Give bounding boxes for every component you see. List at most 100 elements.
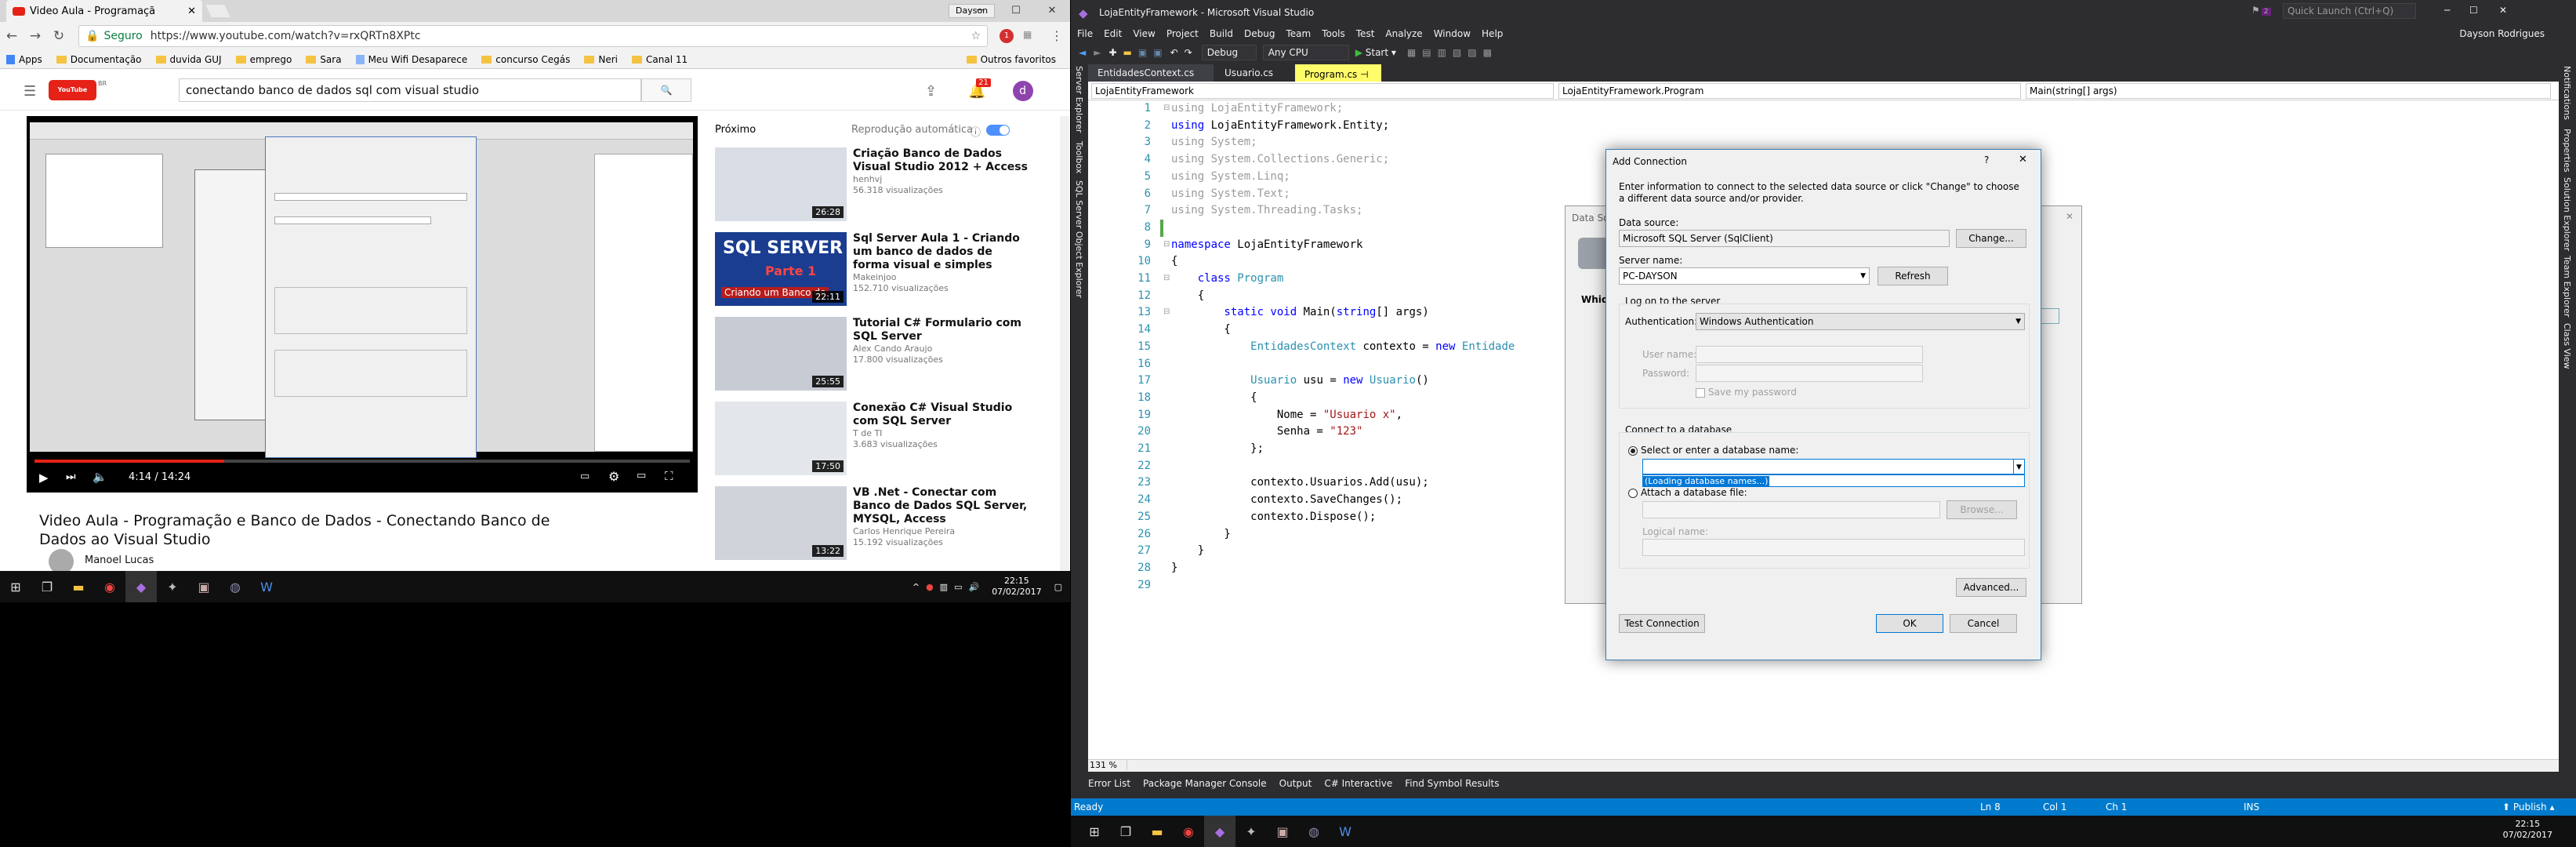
battery-icon[interactable]: ▭ — [954, 582, 962, 592]
menu-analyze[interactable]: Analyze — [1385, 28, 1422, 39]
class-dropdown[interactable]: LojaEntityFramework.Program — [1558, 83, 2021, 99]
menu-edit[interactable]: Edit — [1104, 28, 1122, 39]
chevron-down-icon[interactable]: ▼ — [1860, 268, 1866, 284]
list-item[interactable]: 25:55 Tutorial C# Formulario com SQL Ser… — [715, 317, 1029, 395]
fullscreen-icon[interactable]: ⛶ — [665, 469, 673, 483]
bookmark-1[interactable]: Documentação — [56, 54, 142, 65]
window-maximize-icon[interactable]: ☐ — [2469, 5, 2478, 16]
save-password-checkbox[interactable]: Save my password — [1696, 387, 1797, 398]
properties-tab[interactable]: Properties — [2562, 129, 2572, 173]
close-icon[interactable]: ✕ — [1034, 0, 1070, 22]
member-dropdown[interactable]: Main(string[] args) — [2026, 83, 2551, 99]
dialog-close-icon[interactable]: ✕ — [2019, 154, 2027, 165]
authentication-dropdown[interactable]: Windows Authentication ▼ — [1696, 313, 2025, 330]
bookmark-2[interactable]: duvida GUJ — [155, 54, 222, 65]
back-icon[interactable]: ← — [0, 28, 24, 44]
video-progress-bar[interactable] — [34, 460, 690, 463]
address-bar[interactable]: 🔒 Seguro https://www.youtube.com/watch?v… — [78, 25, 988, 47]
bookmark-8[interactable]: Canal 11 — [632, 54, 688, 65]
server-name-combo[interactable]: PC-DAYSON ▼ — [1619, 267, 1870, 285]
bg-dialog-close-icon[interactable]: ✕ — [2066, 211, 2073, 222]
database-dropdown-list[interactable]: (Loading database names...) — [1642, 474, 2025, 487]
extension-2-icon[interactable]: ▦ — [1023, 29, 1032, 40]
menu-test[interactable]: Test — [1356, 28, 1375, 39]
tab-program[interactable]: Program.cs ⊣ ✕ — [1295, 64, 1381, 97]
app-icon[interactable]: ✦ — [157, 571, 188, 602]
subtitles-icon[interactable]: ▭ — [580, 471, 590, 482]
server-explorer-tab[interactable]: Server Explorer — [1074, 66, 1084, 133]
project-dropdown[interactable]: LojaEntityFramework — [1091, 83, 1554, 99]
maximize-icon[interactable]: ☐ — [998, 0, 1034, 22]
window-close-icon[interactable]: ✕ — [2499, 5, 2507, 16]
class-view-tab[interactable]: Class View — [2562, 323, 2572, 369]
start-button[interactable]: ▶ Start ▾ — [1355, 47, 1396, 58]
autoplay-toggle[interactable] — [986, 125, 1010, 136]
next-icon[interactable]: ⏭ — [66, 471, 76, 483]
menu-tools[interactable]: Tools — [1322, 28, 1345, 39]
menu-window[interactable]: Window — [1434, 28, 1471, 39]
youtube-logo[interactable]: YouTube BR — [49, 80, 107, 100]
password-field[interactable] — [1696, 365, 1923, 382]
list-item[interactable]: 13:22 VB .Net - Conectar com Banco de Da… — [715, 486, 1029, 565]
tab-entidadescontext[interactable]: EntidadesContext.cs — [1088, 64, 1214, 82]
word-icon[interactable]: W — [1330, 816, 1361, 847]
zoom-dropdown[interactable]: 131 % — [1088, 760, 1127, 770]
channel-name[interactable]: Manoel Lucas — [85, 554, 154, 566]
config-dropdown[interactable]: Debug — [1201, 45, 1257, 60]
media-app-icon[interactable]: ◍ — [220, 571, 251, 602]
other-bookmarks[interactable]: Outros favoritos — [966, 54, 1056, 65]
collapse-icon[interactable]: ⊟ — [1163, 307, 1170, 316]
loading-item[interactable]: (Loading database names...) — [1643, 476, 1770, 487]
ok-button[interactable]: OK — [1876, 614, 1943, 633]
task-view-icon[interactable]: ❐ — [1110, 816, 1141, 847]
menu-debug[interactable]: Debug — [1244, 28, 1275, 39]
menu-team[interactable]: Team — [1286, 28, 1311, 39]
action-center-icon[interactable]: ▢ — [1054, 582, 1062, 592]
collapse-icon[interactable]: ⊟ — [1163, 240, 1170, 249]
notifications-tab[interactable]: Notifications — [2562, 66, 2572, 120]
tab-usuario[interactable]: Usuario.cs — [1215, 64, 1293, 82]
back-nav-icon[interactable]: ◄ — [1079, 47, 1086, 58]
bookmark-7[interactable]: Neri — [584, 54, 618, 65]
team-explorer-tab[interactable]: Team Explorer — [2562, 256, 2572, 317]
task-view-icon[interactable]: ❐ — [31, 571, 63, 602]
info-icon[interactable]: ⓘ — [971, 124, 981, 139]
menu-file[interactable]: File — [1077, 28, 1093, 39]
menu-build[interactable]: Build — [1210, 28, 1233, 39]
menu-icon[interactable]: ⋮ — [1050, 28, 1063, 43]
theater-icon[interactable]: ▭ — [637, 470, 646, 482]
windows-start-icon[interactable]: ⊞ — [1079, 816, 1110, 847]
search-input[interactable]: conectando banco de dados sql com visual… — [179, 78, 641, 102]
save-icon[interactable]: ▣ — [1138, 47, 1147, 58]
open-icon[interactable]: ▬ — [1123, 47, 1132, 58]
file-explorer-icon[interactable]: ▬ — [63, 571, 94, 602]
bookmark-3[interactable]: emprego — [235, 54, 292, 65]
bookmark-6[interactable]: concurso Cegás — [481, 54, 570, 65]
tab-error-list[interactable]: Error List — [1088, 778, 1130, 789]
volume-icon[interactable]: 🔈 — [93, 470, 107, 484]
media-app-icon[interactable]: ◍ — [1298, 816, 1330, 847]
file-explorer-icon[interactable]: ▬ — [1141, 816, 1173, 847]
refresh-button[interactable]: Refresh — [1878, 267, 1948, 285]
tab-package-manager[interactable]: Package Manager Console — [1143, 778, 1267, 789]
network-icon[interactable]: ▥ — [940, 582, 948, 592]
list-item[interactable]: 17:50 Conexão C# Visual Studio com SQL S… — [715, 402, 1029, 480]
play-icon[interactable]: ▶ — [39, 471, 49, 485]
solution-explorer-tab[interactable]: Solution Explorer — [2562, 177, 2572, 251]
bookmark-apps[interactable]: Apps — [6, 54, 42, 65]
chrome-icon[interactable]: ◉ — [1173, 816, 1204, 847]
help-button[interactable]: ? — [1984, 154, 1989, 165]
publish-button[interactable]: ⬆ Publish ▴ — [2502, 802, 2555, 812]
menu-project[interactable]: Project — [1166, 28, 1199, 39]
word-icon[interactable]: W — [251, 571, 282, 602]
bookmark-4[interactable]: Sara — [306, 54, 342, 65]
list-item[interactable]: 26:28 Criação Banco de Dados Visual Stud… — [715, 147, 1029, 226]
save-all-icon[interactable]: ▣ — [1153, 47, 1162, 58]
advanced-button[interactable]: Advanced... — [1956, 578, 2026, 597]
test-connection-button[interactable]: Test Connection — [1619, 614, 1705, 633]
chrome-icon[interactable]: ◉ — [94, 571, 125, 602]
reload-icon[interactable]: ↻ — [47, 28, 71, 44]
notifications-bell-icon[interactable]: 🔔 21 — [968, 78, 991, 100]
visual-studio-icon[interactable]: ◆ — [1204, 816, 1235, 847]
sql-object-explorer-tab[interactable]: SQL Server Object Explorer — [1074, 180, 1084, 298]
